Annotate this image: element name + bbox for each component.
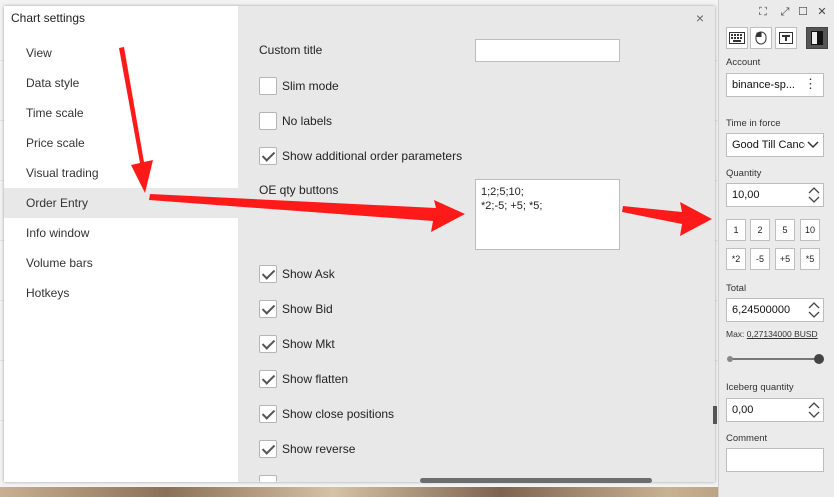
quantity-label: Quantity	[726, 168, 762, 179]
iceberg-quantity-label: Iceberg quantity	[726, 382, 794, 393]
fullscreen-icon[interactable]: ⤢	[779, 6, 791, 18]
close-button[interactable]: ×	[693, 11, 707, 25]
qty-button-1[interactable]: 1	[726, 219, 746, 241]
time-in-force-label: Time in force	[726, 118, 781, 129]
show-mkt-checkbox[interactable]	[259, 335, 277, 353]
additional-order-params-label: Show additional order parameters	[282, 149, 463, 163]
comment-label: Comment	[726, 433, 768, 444]
oe-qty-buttons-textarea[interactable]: 1;2;5;10; *2;-5; +5; *5;	[475, 179, 620, 250]
qty-button-times-5[interactable]: *5	[800, 248, 820, 270]
account-value: binance-sp...	[732, 79, 795, 91]
custom-title-input[interactable]	[475, 39, 620, 62]
qty-button-times-2[interactable]: *2	[726, 248, 746, 270]
qty-button-plus-5[interactable]: +5	[775, 248, 795, 270]
nav-item-data-style[interactable]: Data style	[4, 68, 238, 98]
slim-mode-checkbox[interactable]	[259, 77, 277, 95]
nav-item-price-scale[interactable]: Price scale	[4, 128, 238, 158]
panel-toggle-icon[interactable]	[806, 27, 828, 49]
more-icon[interactable]: ⋮	[804, 74, 817, 94]
quantity-value: 10,00	[732, 189, 760, 201]
additional-order-params-checkbox[interactable]	[259, 147, 277, 165]
time-in-force-value: Good Till Cance	[732, 139, 811, 151]
nav-item-visual-trading[interactable]: Visual trading	[4, 158, 238, 188]
show-ask-checkbox[interactable]	[259, 265, 277, 283]
show-bid-checkbox[interactable]	[259, 300, 277, 318]
order-entry-panel: ⛶ ⤢ ☐ ✕ Account binance-sp... ⋮ Time in …	[718, 0, 834, 497]
amount-slider-handle[interactable]	[814, 354, 824, 364]
oe-qty-buttons-label: OE qty buttons	[259, 183, 339, 197]
stepper-arrows-icon[interactable]	[808, 400, 820, 421]
no-labels-checkbox[interactable]	[259, 112, 277, 130]
show-close-positions-label: Show close positions	[282, 407, 395, 421]
qty-button-5[interactable]: 5	[775, 219, 795, 241]
order-type-icon[interactable]	[775, 27, 797, 49]
quantity-stepper[interactable]: 10,00	[726, 183, 824, 207]
max-amount: Max: 0,27134000 BUSD	[726, 329, 818, 339]
desktop-strip	[0, 487, 834, 497]
dialog-horizontal-scrollbar[interactable]	[420, 478, 652, 483]
show-mkt-label: Show Mkt	[282, 337, 335, 351]
stepper-arrows-icon[interactable]	[808, 185, 820, 206]
qty-button-2[interactable]: 2	[750, 219, 770, 241]
show-flatten-label: Show flatten	[282, 372, 349, 386]
show-flatten-checkbox[interactable]	[259, 370, 277, 388]
nav-item-info-window[interactable]: Info window	[4, 218, 238, 248]
nav-item-volume-bars[interactable]: Volume bars	[4, 248, 238, 278]
amount-slider-start	[727, 356, 733, 362]
show-ask-label: Show Ask	[282, 267, 335, 281]
chevron-down-icon	[805, 136, 819, 156]
no-labels-label: No labels	[282, 114, 333, 128]
close-icon[interactable]: ✕	[816, 6, 828, 18]
nav-item-view[interactable]: View	[4, 38, 238, 68]
total-value: 6,24500000	[732, 304, 791, 316]
nav-item-time-scale[interactable]: Time scale	[4, 98, 238, 128]
mouse-icon[interactable]	[750, 27, 772, 49]
iceberg-quantity-value: 0,00	[732, 404, 754, 416]
collapse-icon[interactable]: ⛶	[757, 6, 769, 18]
total-label: Total	[726, 283, 747, 294]
nav-item-order-entry[interactable]: Order Entry	[4, 188, 238, 218]
show-reverse-checkbox[interactable]	[259, 440, 277, 458]
total-stepper[interactable]: 6,24500000	[726, 298, 824, 322]
comment-input[interactable]	[726, 448, 824, 472]
max-prefix: Max:	[726, 329, 745, 339]
dialog-title: Chart settings	[11, 11, 86, 25]
show-close-positions-checkbox[interactable]	[259, 405, 277, 423]
dialog-vertical-scrollbar[interactable]	[713, 406, 717, 424]
custom-title-label: Custom title	[259, 43, 323, 57]
stepper-arrows-icon[interactable]	[808, 300, 820, 321]
qty-button-10[interactable]: 10	[800, 219, 820, 241]
settings-sidebar: Chart settings View Data style Time scal…	[4, 6, 238, 482]
keyboard-icon[interactable]	[726, 27, 748, 49]
maximize-icon[interactable]: ☐	[797, 6, 809, 18]
nav-item-hotkeys[interactable]: Hotkeys	[4, 278, 238, 308]
show-reverse-label: Show reverse	[282, 442, 356, 456]
qty-button-minus-5[interactable]: -5	[750, 248, 770, 270]
amount-slider-track[interactable]	[729, 358, 821, 360]
next-checkbox-partial[interactable]	[259, 475, 277, 482]
show-bid-label: Show Bid	[282, 302, 333, 316]
iceberg-quantity-stepper[interactable]: 0,00	[726, 398, 824, 422]
account-label: Account	[726, 57, 761, 68]
account-field[interactable]: binance-sp... ⋮	[726, 73, 824, 97]
max-value-link[interactable]: 0,27134000 BUSD	[747, 329, 818, 339]
slim-mode-label: Slim mode	[282, 79, 339, 93]
chart-settings-dialog: Chart settings View Data style Time scal…	[4, 6, 715, 482]
time-in-force-select[interactable]: Good Till Cance	[726, 133, 824, 157]
